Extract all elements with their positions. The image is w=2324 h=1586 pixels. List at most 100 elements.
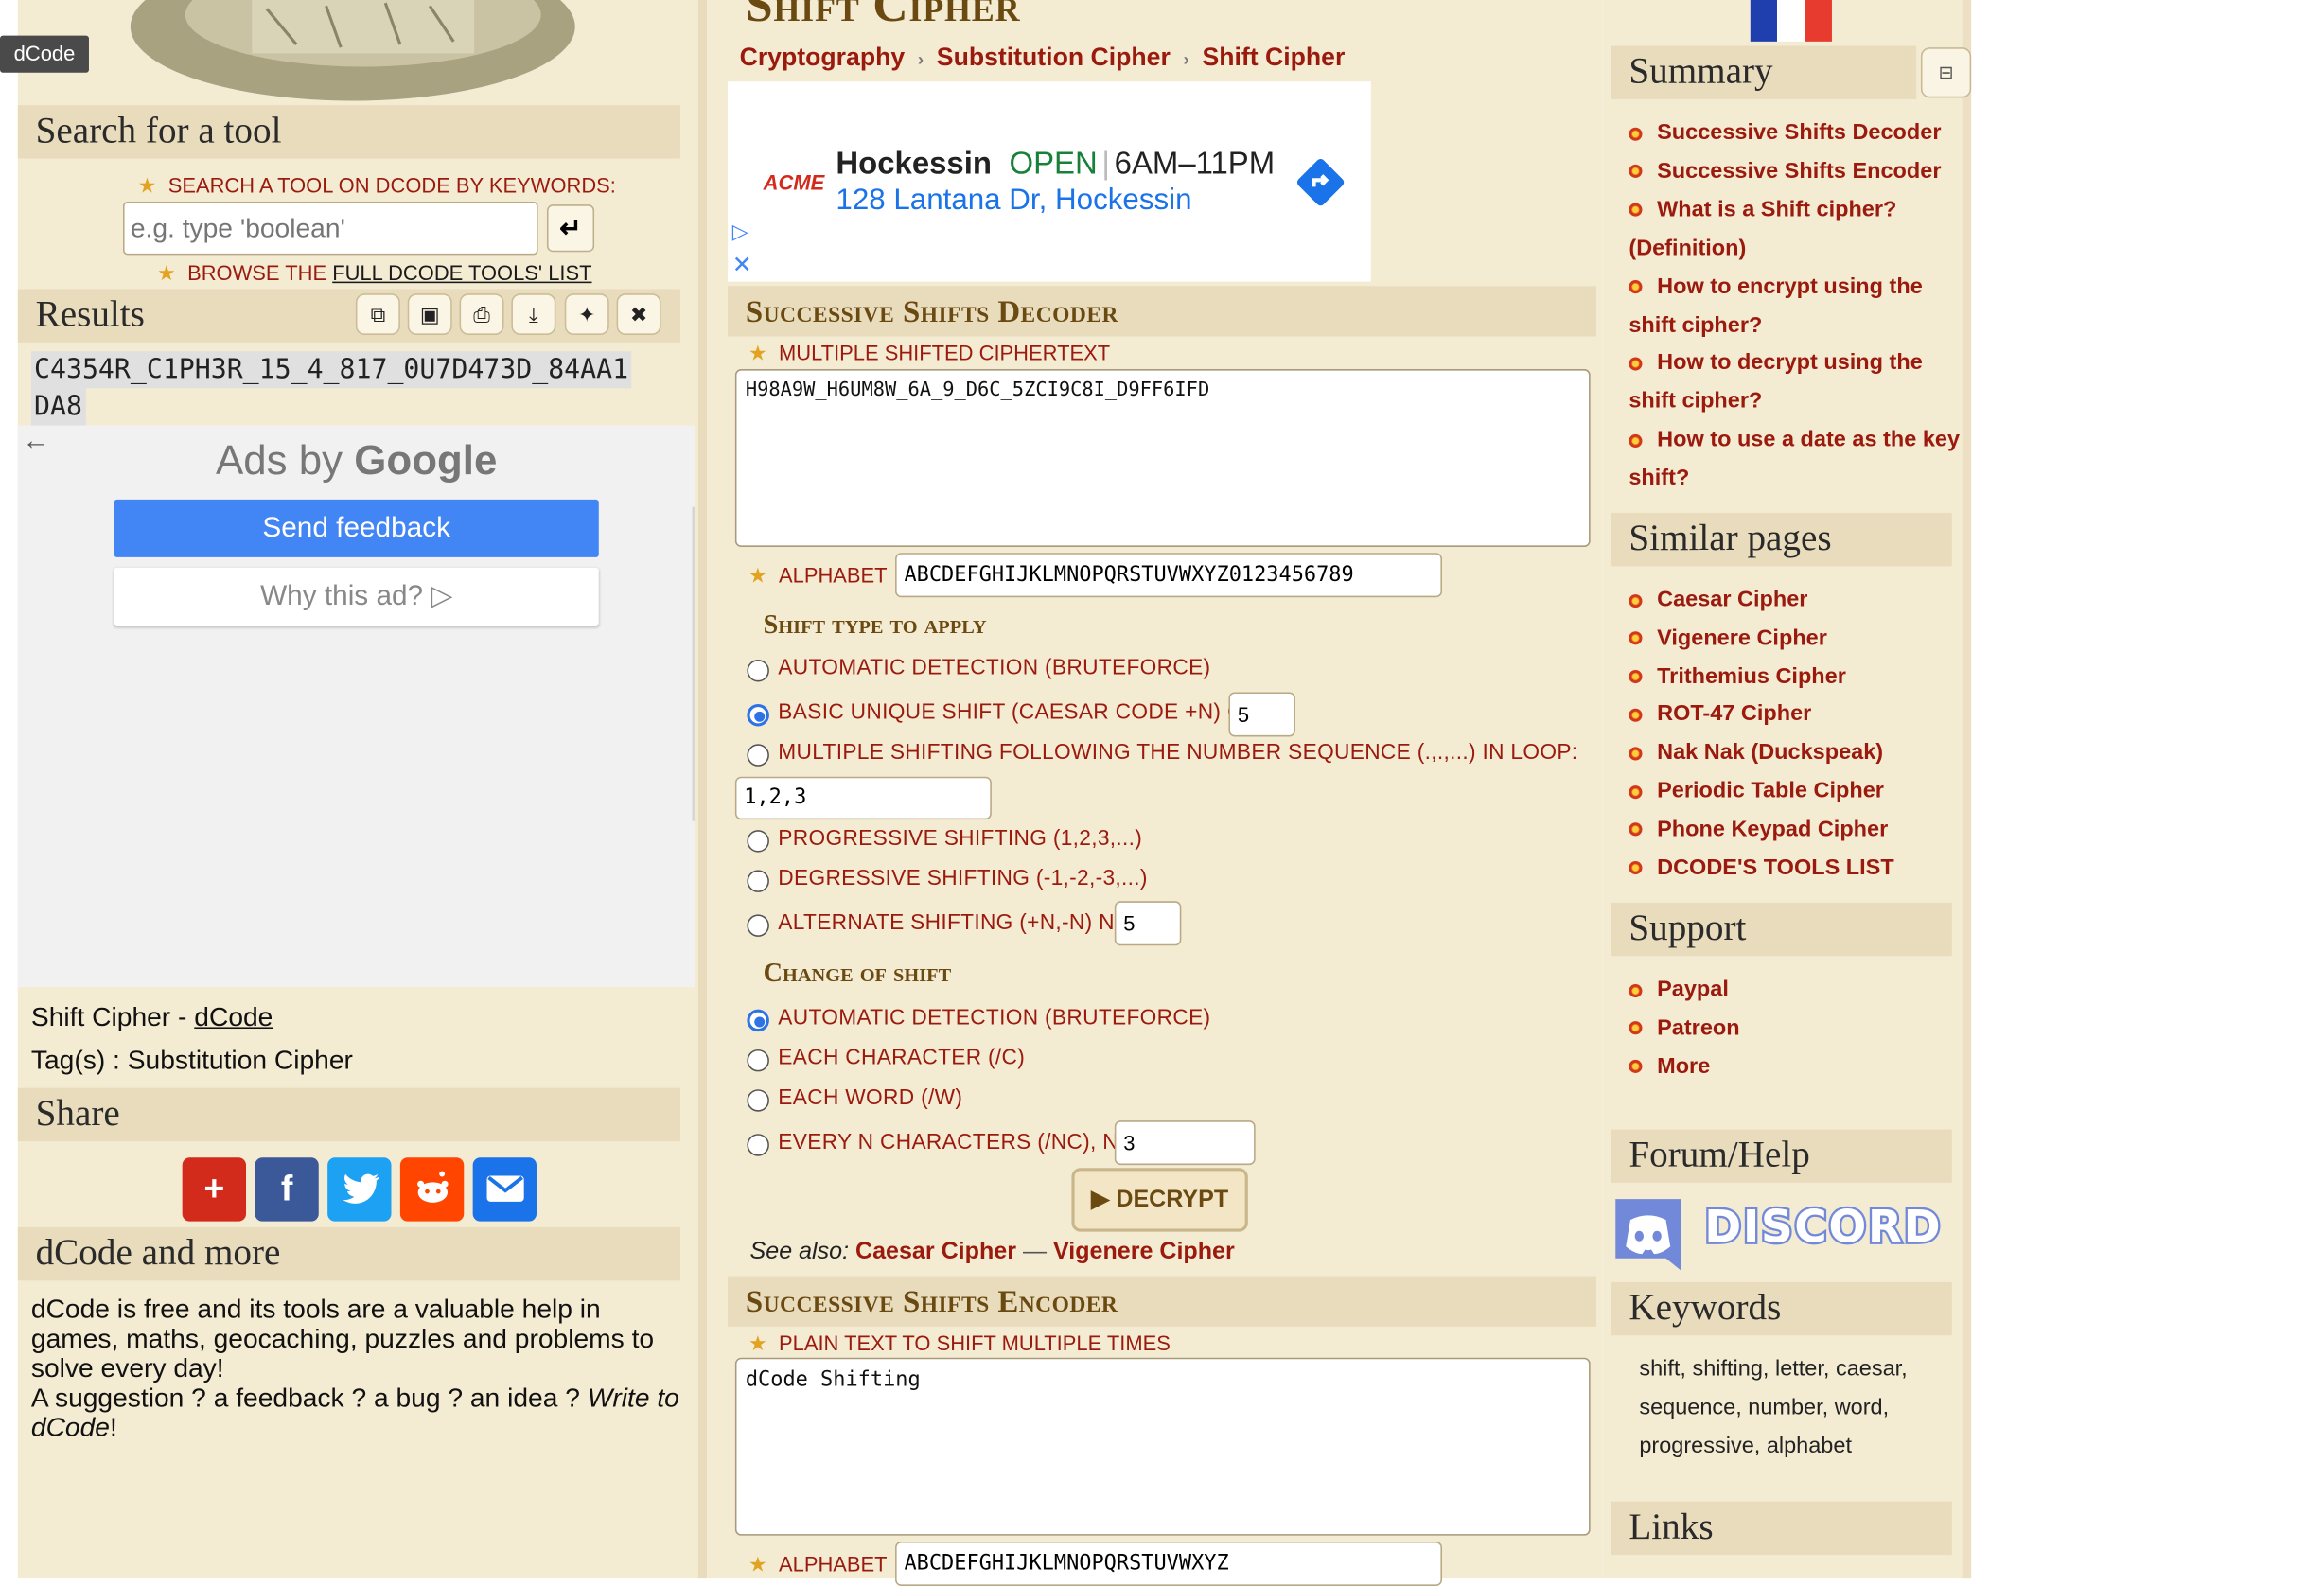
left-gutter bbox=[697, 0, 708, 1579]
breadcrumb-shift[interactable]: Shift Cipher bbox=[1202, 43, 1345, 71]
label-each-word: EACH WORD (/W) bbox=[778, 1086, 963, 1111]
collapse-summary-button[interactable]: ⊟ bbox=[1920, 47, 1972, 98]
similar-item[interactable]: Nak Nak (Duckspeak) bbox=[1629, 734, 1893, 772]
search-submit-button[interactable]: ↵ bbox=[546, 204, 595, 253]
label-basic-shift: BASIC UNIQUE SHIFT (CAESAR CODE +N) OF: bbox=[778, 700, 1264, 725]
plaintext-textarea[interactable]: dCode Shifting bbox=[734, 1357, 1591, 1536]
directions-icon[interactable] bbox=[1294, 155, 1347, 208]
share-email-button[interactable] bbox=[472, 1157, 537, 1222]
radio-multiple-shift[interactable] bbox=[747, 744, 769, 767]
similar-item[interactable]: DCODE'S TOOLS LIST bbox=[1629, 849, 1894, 887]
ciphertext-textarea[interactable]: H98A9W_H6UM8W_6A_9_D6C_5ZCI9C8I_D9FF6IFD bbox=[734, 369, 1591, 547]
radio-each-word[interactable] bbox=[747, 1089, 769, 1112]
breadcrumb-cryptography[interactable]: Cryptography bbox=[740, 43, 906, 71]
discord-icon bbox=[1615, 1199, 1681, 1271]
share-facebook-button[interactable]: f bbox=[255, 1157, 319, 1222]
change-shift-title: Change of shift bbox=[763, 957, 952, 988]
radio-change-auto[interactable] bbox=[747, 1009, 769, 1032]
similar-item[interactable]: Vigenere Cipher bbox=[1629, 619, 1893, 657]
ad-play-icon[interactable]: ▷ bbox=[732, 220, 748, 245]
summary-item-cont[interactable]: shift? bbox=[1629, 460, 1969, 499]
alphabet-input[interactable]: ABCDEFGHIJKLMNOPQRSTUVWXYZ0123456789 bbox=[895, 553, 1443, 598]
why-this-ad-button[interactable]: Why this ad? ▷ bbox=[114, 567, 599, 626]
summary-item-cont[interactable]: shift cipher? bbox=[1629, 306, 1969, 344]
send-feedback-button[interactable]: Send feedback bbox=[114, 499, 599, 557]
search-label: ★ SEARCH A TOOL ON DCODE BY KEYWORDS: bbox=[137, 173, 616, 198]
bullet-icon bbox=[1629, 433, 1643, 448]
links-header: Links bbox=[1611, 1501, 1952, 1556]
alternate-input[interactable]: 5 bbox=[1114, 901, 1182, 946]
print-button[interactable]: ⎙ bbox=[459, 293, 504, 335]
chevron-right-icon: › bbox=[1183, 48, 1189, 70]
radio-every-n[interactable] bbox=[747, 1134, 769, 1156]
decrypt-button[interactable]: ▶ DECRYPT bbox=[1071, 1168, 1248, 1232]
download-button[interactable]: ⤓ bbox=[511, 293, 556, 335]
radio-progressive[interactable] bbox=[747, 830, 769, 853]
radio-alternate[interactable] bbox=[747, 914, 769, 937]
google-ad-panel: ← Ads by Google Send feedback Why this a… bbox=[17, 425, 695, 988]
similar-item[interactable]: Caesar Cipher bbox=[1629, 581, 1893, 619]
acme-logo: ACME bbox=[763, 170, 825, 195]
see-also-vigenere-link[interactable]: Vigenere Cipher bbox=[1053, 1239, 1235, 1264]
every-n-input[interactable]: 3 bbox=[1114, 1120, 1256, 1166]
french-flag-icon[interactable] bbox=[1750, 0, 1832, 42]
dcode-logo-image[interactable] bbox=[104, 0, 601, 101]
similar-item[interactable]: Phone Keypad Cipher bbox=[1629, 810, 1893, 848]
logo-tooltip: dCode bbox=[0, 35, 89, 73]
search-input[interactable] bbox=[123, 202, 538, 256]
support-item[interactable]: Patreon bbox=[1629, 1009, 1740, 1047]
support-item[interactable]: Paypal bbox=[1629, 971, 1739, 1009]
similar-item[interactable]: ROT-47 Cipher bbox=[1629, 696, 1893, 733]
forum-help-header: Forum/Help bbox=[1611, 1129, 1952, 1183]
copy-button[interactable]: ⧉ bbox=[355, 293, 400, 335]
see-also-caesar-link[interactable]: Caesar Cipher bbox=[855, 1239, 1016, 1264]
play-icon: ▶ bbox=[1091, 1187, 1110, 1213]
dcode-home-link[interactable]: dCode bbox=[194, 1002, 273, 1031]
support-item[interactable]: More bbox=[1629, 1048, 1739, 1085]
star-icon: ★ bbox=[748, 1330, 767, 1355]
reddit-icon bbox=[416, 1171, 448, 1203]
ad-close-icon[interactable]: ✕ bbox=[732, 251, 752, 280]
ad-scrollbar[interactable] bbox=[692, 506, 695, 821]
summary-item[interactable]: How to use a date as the key bbox=[1629, 421, 1969, 460]
copy-icon: ⧉ bbox=[370, 302, 386, 326]
bullet-icon bbox=[1629, 280, 1643, 294]
summary-item-cont[interactable]: shift cipher? bbox=[1629, 383, 1969, 422]
radio-degressive[interactable] bbox=[747, 870, 769, 892]
support-header: Support bbox=[1611, 902, 1952, 957]
ciphertext-label: ★ MULTIPLE SHIFTED CIPHERTEXT bbox=[748, 341, 1111, 365]
summary-item[interactable]: How to decrypt using the bbox=[1629, 344, 1969, 383]
store-ad[interactable]: ACME Hockessin OPEN | 6AM–11PM 128 Lantana… bbox=[728, 81, 1371, 282]
pin-button[interactable]: ✦ bbox=[564, 293, 609, 335]
bullet-icon bbox=[1629, 670, 1643, 684]
star-icon: ★ bbox=[748, 341, 767, 365]
screenshot-button[interactable]: ▣ bbox=[407, 293, 452, 335]
summary-item[interactable]: How to encrypt using the bbox=[1629, 268, 1969, 307]
encoder-alphabet-input[interactable]: ABCDEFGHIJKLMNOPQRSTUVWXYZ bbox=[895, 1541, 1443, 1586]
bullet-icon bbox=[1629, 822, 1643, 837]
summary-item-cont[interactable]: (Definition) bbox=[1629, 229, 1969, 268]
results-text[interactable]: C4354R_C1PH3R_15_4_817_0U7D473D_84AA1 DA… bbox=[30, 351, 698, 426]
similar-item[interactable]: Periodic Table Cipher bbox=[1629, 772, 1893, 810]
basic-shift-input[interactable]: 5 bbox=[1228, 692, 1295, 737]
full-tools-list-link[interactable]: FULL DCODE TOOLS' LIST bbox=[332, 261, 591, 285]
share-reddit-button[interactable] bbox=[399, 1157, 465, 1222]
breadcrumb-substitution[interactable]: Substitution Cipher bbox=[937, 43, 1171, 71]
share-twitter-button[interactable] bbox=[327, 1157, 392, 1222]
similar-item[interactable]: Trithemius Cipher bbox=[1629, 658, 1893, 696]
page-name: Shift Cipher - dCode bbox=[30, 1001, 273, 1032]
radio-basic-shift[interactable] bbox=[747, 703, 769, 727]
page-tags: Tag(s) : Substitution Cipher bbox=[30, 1045, 353, 1075]
share-plus-button[interactable]: + bbox=[182, 1157, 247, 1222]
close-results-button[interactable]: ✖ bbox=[616, 293, 661, 335]
sequence-input[interactable]: 1,2,3 bbox=[734, 776, 992, 820]
summary-item[interactable]: What is a Shift cipher? bbox=[1629, 191, 1969, 230]
radio-each-char[interactable] bbox=[747, 1049, 769, 1072]
label-every-n: EVERY N CHARACTERS (/NC), N= bbox=[778, 1131, 1132, 1155]
bullet-icon bbox=[1629, 126, 1643, 141]
summary-item[interactable]: Successive Shifts Decoder bbox=[1629, 115, 1969, 153]
search-tool-header: Search for a tool bbox=[17, 105, 680, 159]
discord-link[interactable]: DISCORD bbox=[1610, 1193, 1943, 1277]
summary-item[interactable]: Successive Shifts Encoder bbox=[1629, 152, 1969, 191]
radio-auto-detect[interactable] bbox=[747, 660, 769, 682]
